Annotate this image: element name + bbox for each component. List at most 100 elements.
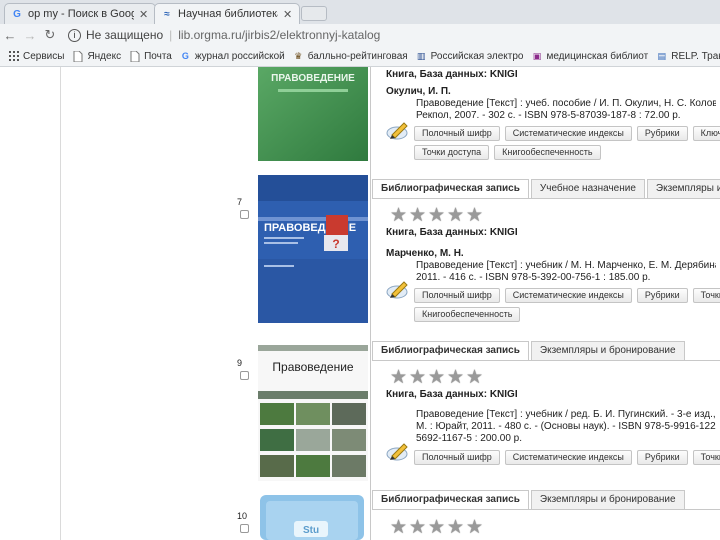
bookmark-rating[interactable]: ♛ балльно-рейтинговая — [293, 50, 407, 62]
tab-copies[interactable]: Экземпляры и бронирование — [646, 179, 720, 198]
star-icon[interactable]: ★ — [390, 368, 407, 387]
catalog-page: ПРАВОВЕДЕНИЕ Книга, База данных: KNIGI О… — [0, 67, 720, 540]
star-icon[interactable]: ★ — [409, 518, 426, 537]
star-icon[interactable]: ★ — [447, 206, 464, 225]
rubrics-button[interactable]: Рубрики — [636, 450, 688, 465]
record-tabs: Библиографическая запись Экземпляры и бр… — [372, 490, 687, 509]
bookmark-med[interactable]: ▣ медицинская библиот — [531, 51, 649, 62]
new-tab-button[interactable] — [301, 6, 327, 21]
record-number: 10 — [237, 511, 248, 521]
system-index-button[interactable]: Систематические индексы — [504, 450, 632, 465]
bookmark-mail[interactable]: Почта — [129, 50, 172, 62]
library-favicon-icon: ≈ — [164, 8, 170, 20]
tab-copies[interactable]: Экземпляры и бронирование — [530, 341, 685, 360]
forward-arrow-icon[interactable]: → — [20, 28, 40, 43]
bookmark-label: Российская электро — [430, 50, 524, 62]
rubrics-button[interactable]: Рубрики — [636, 126, 688, 141]
cover-title: Правоведение — [272, 360, 354, 374]
record-tabs: Библиографическая запись Учебное назначе… — [372, 179, 720, 198]
tab-bibliographic[interactable]: Библиографическая запись — [372, 341, 529, 360]
book-cover[interactable]: ПРАВОВЕДЕНИЕ ? — [258, 175, 368, 323]
star-icon[interactable]: ★ — [428, 206, 445, 225]
pen-edit-icon[interactable] — [386, 119, 410, 141]
record-select-checkbox[interactable] — [240, 371, 249, 380]
shelf-code-button[interactable]: Полочный шифр — [414, 126, 500, 141]
pen-edit-icon[interactable] — [386, 440, 410, 462]
rating-stars[interactable]: ★ ★ ★ ★ ★ — [390, 518, 483, 537]
star-icon[interactable]: ★ — [409, 206, 426, 225]
close-tab-icon[interactable]: ✕ — [283, 8, 293, 21]
bookmark-journal[interactable]: G журнал российской — [180, 51, 285, 62]
book-supply-button[interactable]: Книгообеспеченность — [494, 145, 601, 160]
back-arrow-icon[interactable]: ← — [0, 28, 20, 43]
bookmark-label: журнал российской — [194, 50, 285, 62]
record-number: 7 — [237, 197, 243, 207]
system-index-button[interactable]: Систематические индексы — [504, 126, 632, 141]
star-icon[interactable]: ★ — [466, 206, 483, 225]
book-cover[interactable]: Правоведение — [258, 345, 368, 481]
svg-text:?: ? — [332, 237, 339, 251]
star-icon[interactable]: ★ — [447, 368, 464, 387]
cover-title: ПРАВОВЕДЕНИЕ — [271, 73, 355, 84]
description-line: Правоведение [Текст] : учебник / ред. Б.… — [416, 409, 716, 420]
info-icon[interactable]: i — [68, 28, 81, 42]
star-icon[interactable]: ★ — [428, 368, 445, 387]
bookmark-label: Почта — [144, 50, 172, 62]
database-label: Книга, База данных: KNIGI — [386, 69, 518, 80]
description-line: 2011. - 416 с. - ISBN 978-5-392-00-756-1… — [416, 272, 651, 283]
google-icon: G — [13, 8, 21, 20]
record-actions: Полочный шифр Систематические индексы Ру… — [414, 126, 720, 141]
bookmark-yandex[interactable]: Яндекс — [72, 50, 121, 62]
svg-text:Stu: Stu — [303, 525, 319, 536]
pen-edit-icon[interactable] — [386, 278, 410, 300]
bookmark-relp[interactable]: ▤ RELP. Трансляция — [656, 51, 720, 62]
star-icon[interactable]: ★ — [447, 518, 464, 537]
star-icon[interactable]: ★ — [466, 518, 483, 537]
tab-underline — [372, 198, 720, 199]
record-actions: Полочный шифр Систематические индексы Ру… — [414, 288, 720, 303]
book-supply-button[interactable]: Книгообеспеченность — [414, 307, 521, 322]
star-icon[interactable]: ★ — [390, 518, 407, 537]
bookmark-label: RELP. Трансляция — [671, 50, 720, 62]
record-select-checkbox[interactable] — [240, 524, 249, 533]
access-points-button[interactable]: Точки доступа — [692, 450, 720, 465]
description-line: М. : Юрайт, 2011. - 480 с. - (Основы нау… — [416, 421, 716, 432]
security-label: Не защищено — [86, 28, 164, 42]
record-actions-row2: Точки доступа Книгообеспеченность — [414, 145, 601, 160]
address-bar[interactable]: Не защищено | lib.orgma.ru/jirbis2/elektro… — [86, 28, 380, 42]
shelf-code-button[interactable]: Полочный шифр — [414, 288, 500, 303]
keywords-button[interactable]: Ключевые слова — [692, 126, 720, 141]
record-number: 9 — [237, 358, 243, 368]
rubrics-button[interactable]: Рубрики — [636, 288, 688, 303]
book-cover[interactable]: Stu — [258, 495, 368, 540]
apps-icon — [8, 51, 19, 62]
crest-icon: ♛ — [294, 50, 303, 61]
browser-tabstrip: G op my - Поиск в Google ✕ ≈ Научная биб… — [0, 0, 720, 24]
record-select-checkbox[interactable] — [240, 210, 249, 219]
star-icon[interactable]: ★ — [466, 368, 483, 387]
tab-purpose[interactable]: Учебное назначение — [530, 179, 645, 198]
bookmark-rel[interactable]: ▥ Российская электро — [416, 51, 524, 62]
rating-stars[interactable]: ★ ★ ★ ★ ★ — [390, 368, 483, 387]
shelf-code-button[interactable]: Полочный шифр — [414, 450, 500, 465]
browser-tab-google[interactable]: G op my - Поиск в Google ✕ — [4, 3, 156, 24]
book-cover[interactable]: ПРАВОВЕДЕНИЕ — [258, 67, 368, 161]
tab-bibliographic[interactable]: Библиографическая запись — [372, 490, 529, 509]
browser-tab-library[interactable]: ≈ Научная библиотека СП ✕ — [154, 3, 300, 24]
bookmark-apps[interactable]: Сервисы — [8, 51, 64, 62]
star-icon[interactable]: ★ — [428, 518, 445, 537]
description-line: Рекпол, 2007. - 302 с. - ISBN 978-5-8703… — [416, 110, 681, 121]
library-icon: ▥ — [416, 50, 426, 61]
star-icon[interactable]: ★ — [409, 368, 426, 387]
star-icon[interactable]: ★ — [390, 206, 407, 225]
close-tab-icon[interactable]: ✕ — [139, 8, 149, 21]
tab-bibliographic[interactable]: Библиографическая запись — [372, 179, 529, 198]
reload-icon[interactable]: ↻ — [40, 27, 60, 43]
system-index-button[interactable]: Систематические индексы — [504, 288, 632, 303]
tab-underline — [372, 360, 720, 361]
rating-stars[interactable]: ★ ★ ★ ★ ★ — [390, 206, 483, 225]
access-points-button[interactable]: Точки доступа — [414, 145, 490, 160]
access-points-button[interactable]: Точки доступа — [692, 288, 720, 303]
tab-copies[interactable]: Экземпляры и бронирование — [530, 490, 685, 509]
bookmark-page-icon — [72, 50, 83, 62]
